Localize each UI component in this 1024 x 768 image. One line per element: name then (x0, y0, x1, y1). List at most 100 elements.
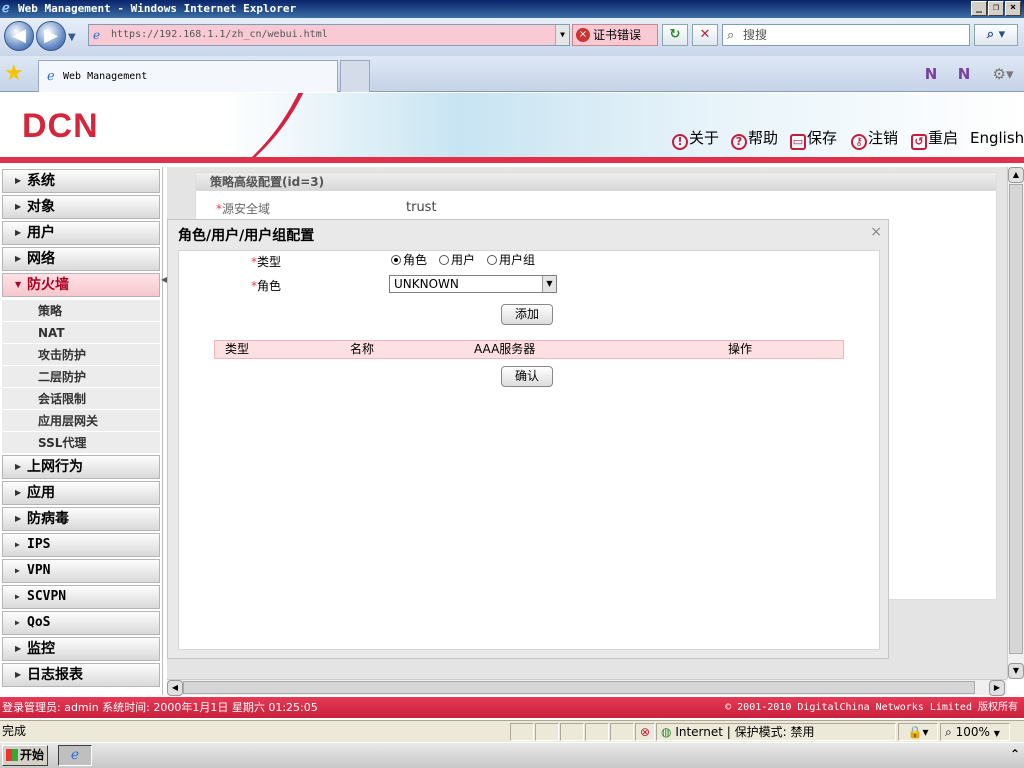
status-text: 完成 (2, 724, 27, 738)
status-pane (510, 723, 534, 741)
save-link[interactable]: ▭ 保存 (790, 129, 837, 150)
horizontal-scrollbar[interactable]: ◀ ▶ (167, 679, 1007, 696)
favorites-star-icon[interactable]: ★ (4, 62, 24, 86)
copyright: © 2001-2010 DigitalChina Networks Limite… (725, 702, 1018, 713)
scroll-right-icon[interactable]: ▶ (989, 680, 1005, 696)
certificate-error-button[interactable]: × 证书错误 (572, 24, 658, 46)
search-input[interactable]: ⌕ 搜搜 (722, 24, 970, 46)
minimize-button[interactable]: _ (971, 1, 987, 16)
tools-gear-icon[interactable]: ⚙▾ (986, 63, 1020, 85)
sidebar-item-firewall[interactable]: ▼ 防火墙 (2, 273, 160, 297)
url-text: https://192.168.1.1/zh_cn/webui.html (111, 29, 328, 40)
sidebar-subitem-l2-defense[interactable]: 二层防护 (2, 366, 160, 388)
radio-role[interactable]: 角色 (391, 253, 427, 267)
chevron-right-icon: ▶ (15, 202, 22, 211)
sidebar-item-scvpn[interactable]: ▶ SCVPN (2, 585, 160, 609)
sidebar-item-label: 防火墙 (27, 277, 69, 293)
sidebar-item-label: 日志报表 (27, 667, 83, 683)
sidebar-item-qos[interactable]: ▶ QoS (2, 611, 160, 635)
refresh-icon[interactable]: ↻ (662, 24, 688, 46)
tab-row: ★ ℯ Web Management N N ⚙▾ (0, 56, 1024, 92)
scroll-left-icon[interactable]: ◀ (167, 680, 183, 696)
vertical-scroll-thumb[interactable] (1009, 184, 1023, 654)
sidebar-item-objects[interactable]: ▶ 对象 (2, 195, 160, 219)
sidebar-item-system[interactable]: ▶ 系统 (2, 169, 160, 193)
start-button[interactable]: 开始 (2, 745, 48, 766)
zoom-control[interactable]: ⌕ 100% ▼ (940, 723, 1010, 741)
sidebar-item-ips[interactable]: ▶ IPS (2, 533, 160, 557)
dialog-title: 角色/用户/用户组配置 (178, 228, 315, 244)
taskbar-ie-button[interactable]: ℯ (58, 745, 92, 766)
col-aaa-server: AAA服务器 (474, 342, 536, 356)
col-name: 名称 (350, 342, 375, 356)
role-select[interactable]: UNKNOWN ▼ (389, 275, 557, 293)
back-button[interactable]: ◀ (4, 21, 34, 51)
close-window-button[interactable]: × (1005, 1, 1021, 16)
close-icon[interactable]: × (870, 224, 882, 240)
scroll-up-icon[interactable]: ▲ (1008, 167, 1024, 183)
onenote-linked-icon[interactable]: N (953, 63, 975, 85)
reboot-label: 重启 (928, 129, 959, 147)
sidebar-subitem-policy[interactable]: 策略 (2, 300, 160, 322)
page-icon: ℯ (93, 28, 101, 42)
protected-mode-icon[interactable]: 🔒▾ (898, 723, 938, 741)
dialog-body: *类型 角色 用户 用户组 *角色 UNKNOWN ▼ 添加 类型 名称 AAA… (178, 250, 880, 650)
sidebar-item-network[interactable]: ▶ 网络 (2, 247, 160, 271)
ie-icon: ℯ (47, 69, 55, 84)
radio-user-group[interactable]: 用户组 (487, 253, 535, 267)
sidebar-subitem-session-limit[interactable]: 会话限制 (2, 388, 160, 410)
sidebar-item-log-reports[interactable]: ▶ 日志报表 (2, 663, 160, 687)
reboot-link[interactable]: ↺ 重启 (911, 129, 958, 150)
chevron-right-icon: ▶ (15, 514, 22, 523)
popup-blocked-icon[interactable]: ⊗ (635, 723, 655, 741)
horizontal-scroll-thumb[interactable] (183, 681, 975, 694)
radio-selected-icon (391, 255, 401, 265)
sidebar-subitem-nat[interactable]: NAT (2, 322, 160, 344)
sidebar-item-vpn[interactable]: ▶ VPN (2, 559, 160, 583)
help-link[interactable]: ? 帮助 (731, 129, 778, 150)
dcn-logo: DCN (22, 107, 99, 145)
logout-link[interactable]: ⚷ 注销 (851, 129, 898, 150)
confirm-button[interactable]: 确认 (501, 366, 553, 387)
new-tab-button[interactable] (340, 60, 370, 92)
app-footer: 登录管理员: admin 系统时间: 2000年1月1日 星期六 01:25:0… (0, 697, 1024, 718)
sidebar-item-monitor[interactable]: ▶ 监控 (2, 637, 160, 661)
chevron-right-icon: ▶ (15, 462, 22, 471)
forward-button[interactable]: ▶ (36, 21, 66, 51)
chevron-down-icon: ▼ (15, 280, 22, 289)
onenote-icon[interactable]: N (920, 63, 942, 85)
english-link[interactable]: English (970, 129, 1024, 147)
sidebar-subitem-alg[interactable]: 应用层网关 (2, 410, 160, 432)
stop-icon[interactable]: ✕ (692, 24, 718, 46)
shield-error-icon: × (576, 28, 590, 42)
sidebar-item-users[interactable]: ▶ 用户 (2, 221, 160, 245)
search-go-button[interactable]: ⌕ ▾ (974, 24, 1018, 46)
sidebar-item-label: VPN (27, 563, 51, 578)
address-toolbar: ◀ ▶ ▼ ℯ https://192.168.1.1/zh_cn/webui.… (0, 18, 1024, 56)
tray-expand-icon[interactable]: ⌃ (1010, 747, 1020, 761)
sidebar-subitem-ssl-proxy[interactable]: SSL代理 (2, 432, 160, 454)
vertical-scrollbar[interactable]: ▲ ▼ (1007, 167, 1024, 679)
sidebar-item-web-behavior[interactable]: ▶ 上网行为 (2, 455, 160, 479)
sidebar-item-label: IPS (27, 537, 51, 552)
radio-user[interactable]: 用户 (439, 253, 475, 267)
status-pane (560, 723, 584, 741)
address-bar[interactable]: ℯ https://192.168.1.1/zh_cn/webui.html ▼ (88, 24, 570, 46)
security-zone[interactable]: ◍ Internet | 保护模式: 禁用 (656, 723, 896, 741)
chevron-down-icon[interactable]: ▼ (542, 276, 556, 292)
add-button[interactable]: 添加 (501, 304, 553, 325)
tab-web-management[interactable]: ℯ Web Management (38, 60, 338, 92)
windows-logo-icon (6, 749, 18, 761)
status-pane (610, 723, 634, 741)
address-dropdown-icon[interactable]: ▼ (555, 25, 569, 45)
status-pane (585, 723, 609, 741)
sidebar-item-antivirus[interactable]: ▶ 防病毒 (2, 507, 160, 531)
scroll-down-icon[interactable]: ▼ (1008, 663, 1024, 679)
sidebar-subitem-attack-defense[interactable]: 攻击防护 (2, 344, 160, 366)
history-dropdown-icon[interactable]: ▼ (68, 32, 76, 43)
certificate-error-label: 证书错误 (593, 28, 642, 42)
restore-button[interactable]: ❐ (988, 1, 1004, 16)
chevron-right-icon: ▶ (15, 254, 22, 263)
sidebar-item-application[interactable]: ▶ 应用 (2, 481, 160, 505)
about-link[interactable]: ! 关于 (672, 129, 719, 150)
